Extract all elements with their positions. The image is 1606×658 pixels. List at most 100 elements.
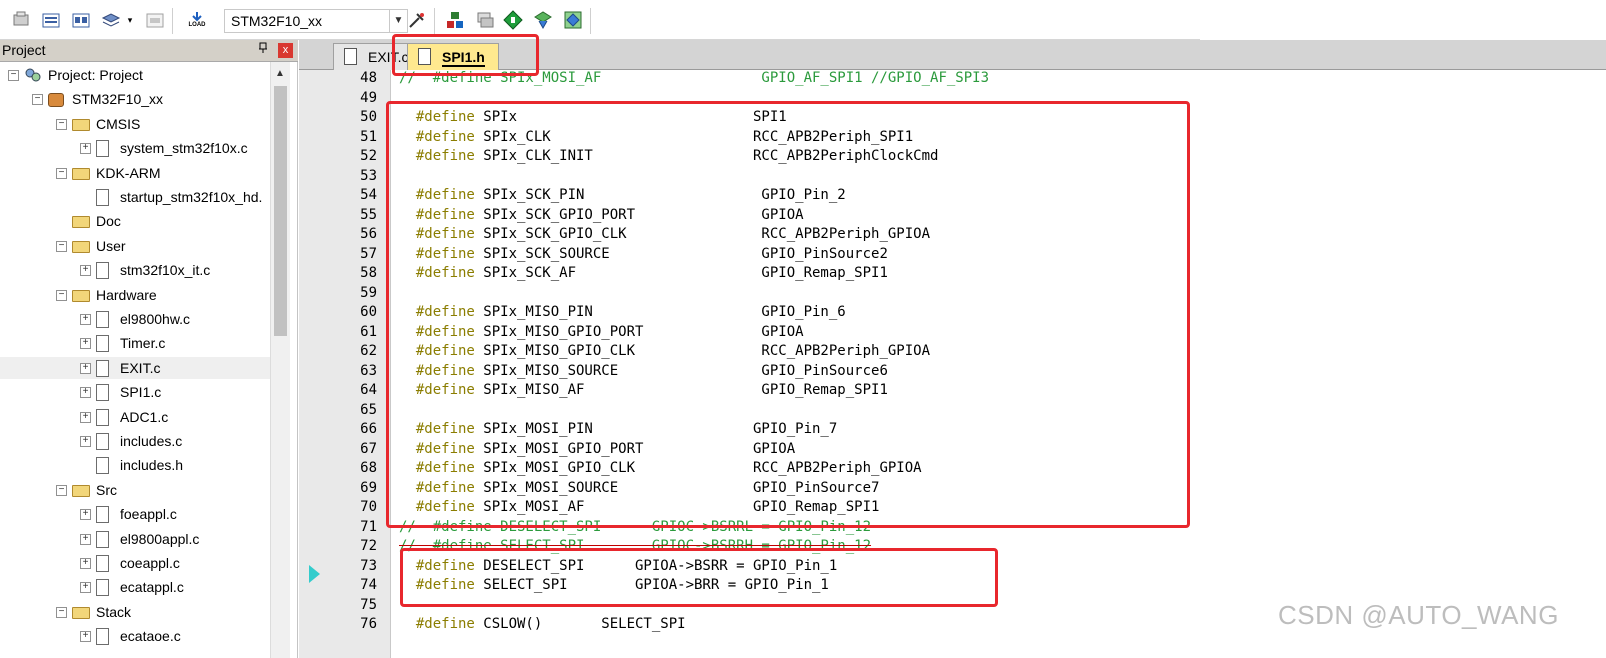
expand-icon[interactable]: +	[80, 362, 91, 374]
tree-item[interactable]: + includes.c	[0, 430, 270, 452]
tree-item[interactable]: + stm32f10x_it.c	[0, 259, 270, 281]
line-number: 53	[360, 167, 377, 184]
tree-item[interactable]: + coeappl.c	[0, 552, 270, 574]
collapse-icon[interactable]: −	[56, 240, 67, 252]
tree-item[interactable]: + system_stm32f10x.c	[0, 137, 270, 159]
tree-item[interactable]: − Hardware	[0, 284, 270, 306]
tree-item-label: system_stm32f10x.c	[120, 140, 248, 157]
collapse-icon[interactable]: −	[56, 606, 67, 618]
toolbar-separator	[434, 8, 435, 34]
rebuild-icon[interactable]	[70, 9, 92, 31]
project-panel-header: Project x	[0, 40, 298, 62]
tree-item[interactable]: + el9800hw.c	[0, 308, 270, 330]
expand-icon[interactable]: +	[80, 314, 91, 325]
tree-scrollbar[interactable]: ▲	[270, 62, 290, 658]
tree-item-label: ADC1.c	[120, 408, 169, 425]
translate-icon[interactable]	[10, 9, 32, 31]
tree-item[interactable]: + el9800appl.c	[0, 528, 270, 550]
annotation-box-tab	[392, 34, 539, 76]
tree-item[interactable]: includes.h	[0, 454, 270, 476]
tree-item-label: includes.h	[120, 457, 184, 474]
tree-item[interactable]: − User	[0, 235, 270, 257]
folder-icon	[72, 606, 90, 619]
current-line-arrow-icon	[309, 565, 320, 583]
tree-item-label: ecataoe.c	[120, 628, 181, 645]
tree-item[interactable]: + SPI1.c	[0, 381, 270, 403]
project-tree: − Project: Project − STM32F10_xx − CMSIS + syst…	[0, 62, 270, 658]
file-icon	[96, 359, 109, 377]
tree-item[interactable]: + ecatappl.c	[0, 576, 270, 598]
expand-icon[interactable]: +	[80, 558, 91, 569]
tree-item-label: Hardware	[96, 286, 157, 303]
tree-item[interactable]: startup_stm32f10x_hd.	[0, 186, 270, 208]
expand-icon[interactable]: +	[80, 533, 91, 545]
collapse-icon[interactable]: −	[8, 70, 19, 81]
manage-components-icon[interactable]	[444, 9, 466, 31]
line-number: 57	[360, 245, 377, 262]
stop-build-icon[interactable]	[144, 9, 166, 31]
target-options-icon[interactable]	[406, 9, 428, 31]
event-recorder-icon[interactable]	[532, 9, 554, 31]
line-number: 76	[360, 616, 377, 632]
line-number: 75	[360, 596, 377, 613]
project-panel: Project x − Project: Project − STM32F10_xx −…	[0, 40, 298, 658]
folder-icon	[72, 167, 90, 180]
download-icon[interactable]: LOAD	[184, 9, 210, 31]
expand-icon[interactable]: +	[80, 338, 91, 350]
tree-item-label: ecatappl.c	[120, 579, 184, 596]
tree-item[interactable]: + ecataoe.c	[0, 625, 270, 647]
pin-icon[interactable]	[258, 42, 268, 57]
tree-item[interactable]: + EXIT.c	[0, 356, 270, 379]
close-panel-button[interactable]: x	[278, 43, 293, 58]
expand-icon[interactable]: +	[80, 265, 91, 277]
target-icon	[48, 93, 64, 108]
expand-icon[interactable]: +	[80, 143, 91, 155]
file-icon	[96, 189, 109, 206]
tree-item[interactable]: − CMSIS	[0, 113, 270, 135]
annotation-box-select	[400, 548, 998, 607]
file-icon	[96, 628, 109, 646]
tree-item[interactable]: − STM32F10_xx	[0, 88, 270, 110]
collapse-icon[interactable]: −	[56, 167, 67, 179]
file-icon	[96, 408, 109, 426]
file-icon	[96, 140, 109, 158]
folder-icon	[72, 289, 90, 302]
expand-icon[interactable]: +	[80, 582, 91, 594]
target-select[interactable]: STM32F10_xx ▼	[224, 9, 408, 33]
tree-item[interactable]: + ADC1.c	[0, 406, 270, 428]
expand-icon[interactable]: +	[80, 631, 91, 643]
line-number: 50	[360, 109, 377, 125]
chevron-down-icon[interactable]: ▾	[124, 9, 136, 31]
tree-item[interactable]: − KDK-ARM	[0, 162, 270, 184]
collapse-icon[interactable]: −	[56, 484, 67, 496]
collapse-icon[interactable]: −	[32, 94, 43, 106]
scroll-up-icon[interactable]: ▲	[275, 68, 285, 79]
tree-item[interactable]: − Src	[0, 479, 270, 501]
tree-item[interactable]: − Stack	[0, 601, 270, 623]
tree-item[interactable]: + foeappl.c	[0, 503, 270, 525]
pack-installer-icon[interactable]	[502, 9, 524, 31]
select-packs-icon[interactable]	[474, 9, 496, 31]
line-number: 55	[360, 206, 377, 223]
expand-icon[interactable]: +	[80, 411, 91, 423]
line-number: 69	[360, 479, 377, 496]
code-line[interactable]: #define CSLOW() SELECT_SPI	[399, 615, 686, 635]
file-icon	[344, 48, 357, 65]
expand-icon[interactable]: +	[80, 436, 91, 447]
expand-icon[interactable]: +	[80, 387, 91, 399]
tree-item[interactable]: − Project: Project	[0, 64, 270, 86]
target-select-value: STM32F10_xx	[231, 13, 323, 29]
chevron-down-icon[interactable]: ▼	[389, 10, 407, 32]
tree-item[interactable]: + Timer.c	[0, 332, 270, 354]
line-number: 68	[360, 460, 377, 476]
magic-wand-icon[interactable]	[562, 9, 584, 31]
scrollbar-thumb[interactable]	[274, 86, 287, 336]
collapse-icon[interactable]: −	[56, 118, 67, 130]
expand-icon[interactable]: +	[80, 509, 91, 521]
build-icon[interactable]	[40, 9, 62, 31]
collapse-icon[interactable]: −	[56, 289, 67, 301]
tree-item-label: Project: Project	[48, 67, 143, 83]
file-icon	[96, 384, 109, 402]
tree-item[interactable]: Doc	[0, 210, 270, 232]
batch-build-icon[interactable]	[100, 9, 122, 31]
